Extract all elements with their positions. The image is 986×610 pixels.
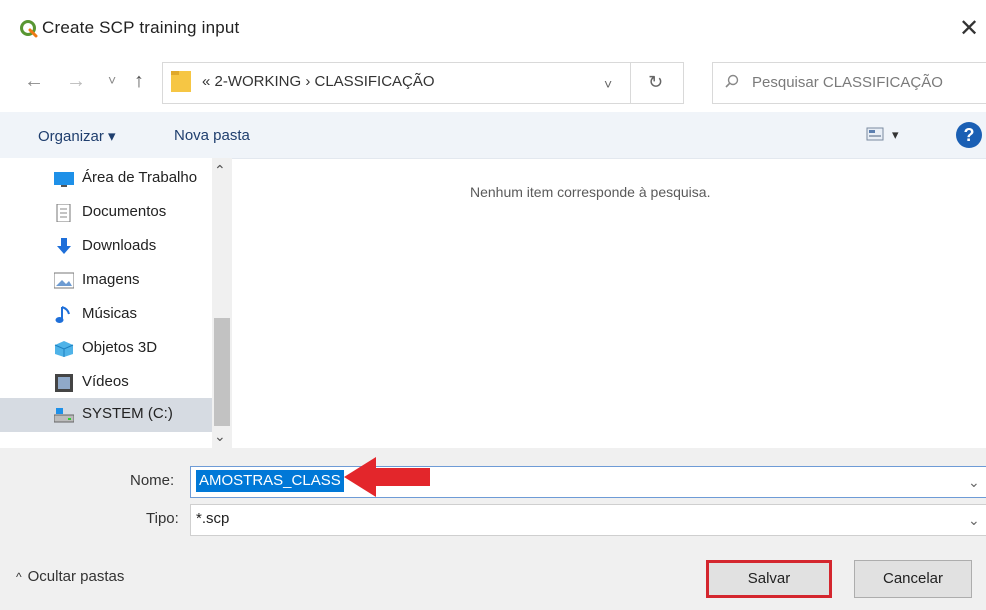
music-icon [55,306,70,323]
sidebar-item-music[interactable]: Músicas [0,298,212,332]
hide-folders-label: Ocultar pastas [27,568,125,585]
sidebar-scrollbar-thumb[interactable] [214,318,230,426]
search-placeholder: Pesquisar CLASSIFICAÇÃO [752,74,943,91]
name-field-value[interactable]: AMOSTRAS_CLASS [196,470,344,492]
sidebar-item-documents[interactable]: Documentos [0,196,212,230]
sidebar-item-3d-objects[interactable]: Objetos 3D [0,332,212,366]
objects-3d-icon [54,341,74,357]
scroll-down-icon[interactable]: ⌄ [214,428,226,445]
refresh-icon[interactable]: ↻ [648,72,663,93]
type-label: Tipo: [146,510,179,527]
name-dropdown-icon[interactable]: ⌄ [968,474,980,491]
sidebar-item-downloads[interactable]: Downloads [0,230,212,264]
view-options-icon[interactable] [866,127,884,141]
empty-results-message: Nenhum item corresponde à pesquisa. [470,184,711,200]
address-dropdown-icon[interactable]: ˅ [604,76,612,92]
type-select[interactable] [190,504,986,536]
sidebar-item-system-drive[interactable]: SYSTEM (C:) [0,398,212,432]
up-button[interactable]: ↑ [134,70,144,93]
navigation-pane: Área de Trabalho Documentos Downloads Im… [0,158,232,448]
save-button[interactable]: Salvar [706,560,832,598]
images-icon [54,272,74,289]
sidebar-item-label: Imagens [82,271,140,288]
breadcrumb[interactable]: « 2-WORKING › CLASSIFICAÇÃO [202,73,435,90]
sidebar-item-desktop[interactable]: Área de Trabalho [0,162,212,196]
command-toolbar [0,112,986,159]
sidebar-item-label: Objetos 3D [82,339,158,356]
videos-icon [55,374,73,392]
drive-icon [54,408,74,423]
name-label: Nome: [130,472,175,489]
close-button[interactable]: ✕ [952,14,986,44]
back-button[interactable]: ← [24,70,44,93]
view-dropdown-icon[interactable]: ▾ [892,127,899,143]
address-divider [630,62,631,104]
sidebar-item-label: SYSTEM (C:) [82,405,173,422]
help-icon[interactable]: ? [956,122,982,148]
scroll-up-icon[interactable]: ⌃ [214,162,226,179]
cancel-button[interactable]: Cancelar [854,560,972,598]
folder-icon [171,71,191,92]
recent-locations-button[interactable]: ˅ [108,72,116,88]
hide-folders-toggle[interactable]: ^ Ocultar pastas [16,568,124,585]
new-folder-button[interactable]: Nova pasta [174,127,250,144]
sidebar-item-label: Downloads [82,237,157,254]
qgis-logo-icon [20,20,38,38]
sidebar-item-images[interactable]: Imagens [0,264,212,298]
type-dropdown-icon[interactable]: ⌄ [968,512,980,529]
organize-button[interactable]: Organizar ▾ [38,127,116,145]
chevron-up-icon: ^ [16,570,22,584]
sidebar-item-label: Documentos [82,203,167,220]
red-arrow-annotation [344,457,430,497]
sidebar-item-videos[interactable]: Vídeos [0,366,212,400]
sidebar-item-label: Vídeos [82,373,129,390]
sidebar-item-label: Músicas [82,305,138,322]
forward-button[interactable]: → [66,70,86,93]
window-title: Create SCP training input [42,18,240,37]
desktop-icon [54,172,74,187]
documents-icon [56,204,71,222]
search-icon [725,74,739,88]
type-select-value: *.scp [196,510,230,527]
sidebar-item-label: Área de Trabalho [82,169,198,186]
downloads-icon [57,238,71,254]
